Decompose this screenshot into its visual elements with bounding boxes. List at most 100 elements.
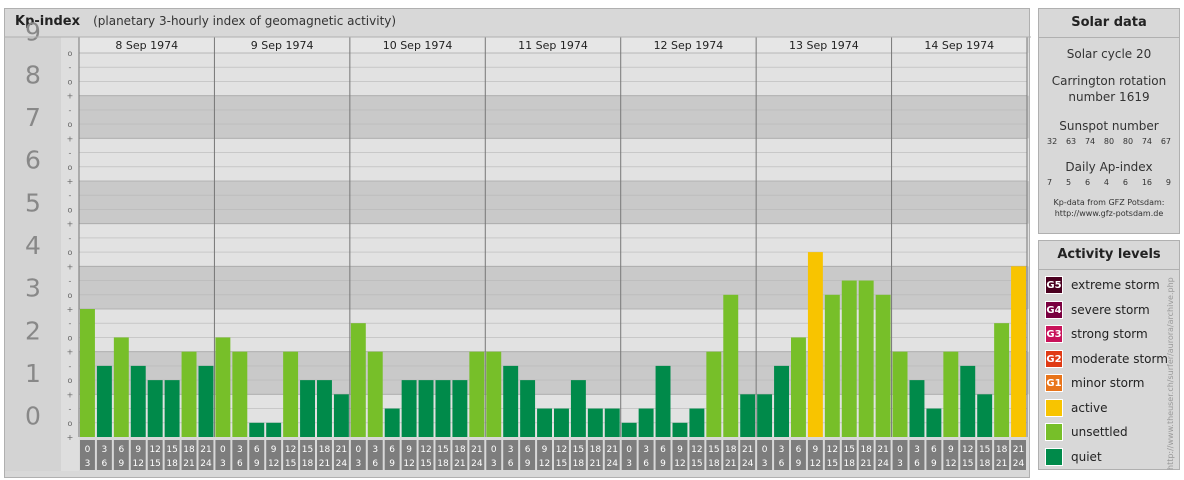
kp-bar xyxy=(266,422,282,437)
legend-label: active xyxy=(1071,400,1108,415)
legend-swatch xyxy=(1045,447,1063,466)
ap-value-0: 7 xyxy=(1047,178,1053,187)
kp-bar xyxy=(333,394,349,437)
kp-bar xyxy=(215,337,231,437)
interval-end-label: 3 xyxy=(355,459,361,469)
kp-bar xyxy=(943,351,959,437)
y-tick-label: 0 xyxy=(25,402,41,431)
credit-line-1: Kp-data from GFZ Potsdam: xyxy=(1053,198,1165,207)
ap-index-values: 7 5 6 4 6 16 9 xyxy=(1039,178,1179,187)
background-band xyxy=(5,181,1029,224)
kp-bar xyxy=(283,351,299,437)
sunspot-value-2: 74 xyxy=(1084,137,1096,146)
legend-item-quiet: quiet xyxy=(1039,445,1179,470)
interval-start-label: 6 xyxy=(931,445,937,455)
background-band xyxy=(5,53,1029,96)
minor-tick-label: - xyxy=(69,362,72,371)
interval-start-label: 21 xyxy=(1013,445,1024,455)
sunspot-label: Sunspot number xyxy=(1059,119,1159,133)
interval-start-label: 3 xyxy=(372,445,378,455)
interval-start-label: 15 xyxy=(708,445,719,455)
minor-tick-label: o xyxy=(68,77,73,86)
interval-end-label: 9 xyxy=(525,459,531,469)
kp-bar xyxy=(740,394,756,437)
kp-bar xyxy=(723,294,739,437)
minor-tick-label: + xyxy=(67,92,74,101)
kp-bar xyxy=(604,408,620,437)
interval-end-label: 24 xyxy=(742,459,754,469)
ap-value-2: 6 xyxy=(1084,178,1091,187)
legend-label: minor storm xyxy=(1071,376,1145,391)
interval-start-label: 6 xyxy=(525,445,531,455)
kp-bar xyxy=(875,294,891,437)
interval-end-label: 15 xyxy=(962,459,973,469)
kp-bar xyxy=(486,351,502,437)
sunspot-value-1: 63 xyxy=(1065,137,1077,146)
legend-label: moderate storm xyxy=(1071,351,1168,366)
interval-end-label: 9 xyxy=(660,459,666,469)
kp-bar xyxy=(994,323,1010,437)
minor-tick-label: o xyxy=(68,248,73,257)
kp-bar xyxy=(418,380,434,437)
ap-value-4: 6 xyxy=(1122,178,1128,187)
interval-end-label: 9 xyxy=(254,459,260,469)
kp-bar xyxy=(249,422,265,437)
interval-end-label: 12 xyxy=(539,459,550,469)
minor-tick-label: o xyxy=(68,205,73,214)
background-band xyxy=(5,309,1029,352)
interval-end-label: 18 xyxy=(302,459,314,469)
ap-value-1: 5 xyxy=(1065,178,1072,187)
interval-start-label: 21 xyxy=(336,445,347,455)
interval-end-label: 6 xyxy=(914,459,920,469)
kp-bar xyxy=(807,252,823,437)
kp-bar xyxy=(130,365,146,437)
minor-tick-label: + xyxy=(67,433,74,442)
interval-end-label: 18 xyxy=(573,459,585,469)
kp-bar xyxy=(452,380,468,437)
interval-start-label: 3 xyxy=(643,445,649,455)
background-band xyxy=(5,138,1029,181)
interval-start-label: 21 xyxy=(471,445,482,455)
sunspot-value-3: 80 xyxy=(1103,137,1115,146)
credit-line-2: http://www.gfz-potsdam.de xyxy=(1054,209,1164,218)
legend-swatch xyxy=(1045,398,1063,417)
day-label: 12 Sep 1974 xyxy=(654,39,724,52)
interval-start-label: 12 xyxy=(962,445,973,455)
kp-bar xyxy=(520,380,536,437)
y-tick-label: 7 xyxy=(25,103,41,132)
interval-end-label: 12 xyxy=(133,459,144,469)
interval-end-label: 12 xyxy=(268,459,279,469)
interval-end-label: 3 xyxy=(626,459,632,469)
legend-swatch: G3 xyxy=(1045,325,1063,344)
legend-item-minor-storm: G1 minor storm xyxy=(1039,371,1179,396)
ap-value-5: 16 xyxy=(1141,178,1153,187)
interval-start-label: 0 xyxy=(762,445,768,455)
interval-end-label: 18 xyxy=(844,459,856,469)
ap-value-6: 9 xyxy=(1165,178,1171,187)
background-band xyxy=(5,223,1029,267)
kp-bar xyxy=(198,365,214,437)
kp-bar xyxy=(435,380,451,437)
minor-tick-label: + xyxy=(67,390,74,399)
interval-end-label: 24 xyxy=(471,459,483,469)
interval-end-label: 9 xyxy=(796,459,802,469)
interval-start-label: 9 xyxy=(135,445,141,455)
kp-bar xyxy=(977,394,993,437)
day-label: 13 Sep 1974 xyxy=(789,39,859,52)
minor-tick-label: + xyxy=(67,134,74,143)
interval-start-label: 3 xyxy=(508,445,514,455)
interval-start-label: 15 xyxy=(573,445,584,455)
y-tick-label: 5 xyxy=(25,188,41,217)
interval-start-label: 0 xyxy=(897,445,903,455)
kp-bar xyxy=(350,323,366,437)
interval-start-label: 18 xyxy=(454,445,466,455)
kp-bar xyxy=(960,365,976,437)
legend-item-strong-storm: G3 strong storm xyxy=(1039,322,1179,347)
sunspot-value-4: 80 xyxy=(1122,137,1134,146)
minor-tick-label: - xyxy=(69,106,72,115)
kp-bar xyxy=(300,380,315,437)
interval-start-label: 21 xyxy=(877,445,888,455)
kp-bar-chart: 0123456789+o-+o-+o-+o-+o-+o-+o-+o-+o-o8 … xyxy=(5,18,1031,471)
minor-tick-label: + xyxy=(67,305,74,314)
activity-legend: G5 extreme storm G4 severe storm G3 strong st… xyxy=(1039,270,1179,469)
